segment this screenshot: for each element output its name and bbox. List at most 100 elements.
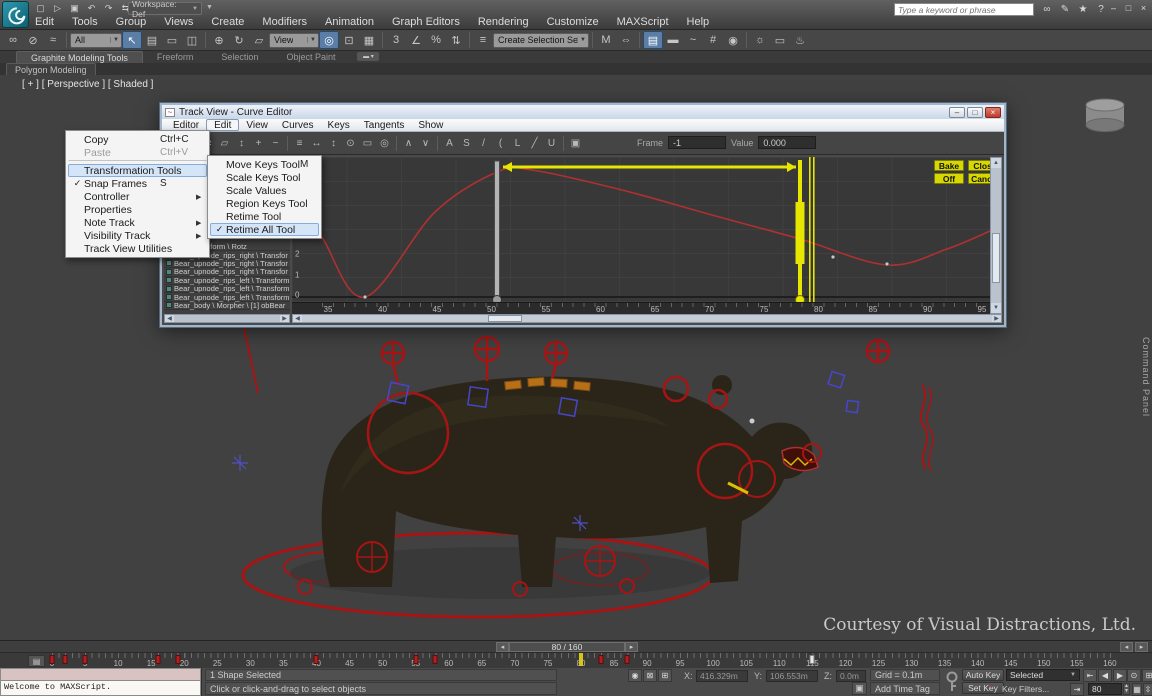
auto-tangent-icon[interactable]: A <box>441 135 458 152</box>
listener-macro-row[interactable] <box>0 668 201 681</box>
break-tangents-icon[interactable]: ∧ <box>400 135 417 152</box>
keyboard-override-icon[interactable]: ▦ ▼ <box>359 31 379 49</box>
search-input[interactable] <box>894 3 1034 16</box>
pan-hand-icon[interactable]: ≡ <box>291 135 308 152</box>
reference-coordinate-dropdown[interactable]: View ▼ <box>269 33 319 48</box>
favorites-star-icon[interactable]: ★ <box>1076 2 1090 16</box>
scroll-left-icon[interactable]: ◀ <box>293 315 302 322</box>
menubar-item[interactable]: Create <box>202 15 253 30</box>
trackview-menu-item[interactable]: View <box>239 119 275 131</box>
auto-key-button[interactable]: Auto Key <box>962 669 1004 681</box>
unify-tangents-icon[interactable]: ∨ <box>417 135 434 152</box>
key-filters-button[interactable]: Key Filters... <box>1002 684 1049 694</box>
key-mode-toggle-icon[interactable]: ⇥ <box>1070 683 1084 696</box>
workspace-flyout-icon[interactable]: ▼ <box>206 4 213 11</box>
rectangular-selection-region-icon[interactable]: ▭ ▼ <box>162 31 182 49</box>
scroll-right-icon[interactable]: ▶ <box>280 315 289 322</box>
add-keys-icon[interactable]: + <box>250 135 267 152</box>
isolate-curve-icon[interactable]: ◎ <box>376 135 393 152</box>
frame-spinner[interactable]: ▲▼ <box>1123 683 1130 695</box>
menu-item[interactable]: Visibility Track <box>68 229 207 242</box>
mirror-icon[interactable]: M ▼ <box>596 31 616 49</box>
trackview-menu-item[interactable]: Edit <box>206 119 239 131</box>
set-key-filters-icon[interactable]: ~ <box>988 682 994 693</box>
key-mode-dropdown[interactable]: Selected▼ <box>1006 669 1080 681</box>
scroll-left-icon[interactable]: ◀ <box>165 315 174 322</box>
curve-time-ruler[interactable]: 35404550556065707580859095 <box>292 302 990 314</box>
bind-to-space-warp-icon[interactable]: ≈ ▼ <box>43 31 63 49</box>
time-slider-bar[interactable]: ◂ 80 / 160 ▸ ◂ ▸ <box>0 640 1152 652</box>
menubar-item[interactable]: Edit <box>26 15 63 30</box>
unlink-selection-icon[interactable]: ⊘ ▼ <box>23 31 43 49</box>
menu-item[interactable]: Track View Utilities <box>68 242 207 255</box>
pan-view-icon[interactable]: ⇳ <box>1143 683 1152 696</box>
menubar-item[interactable]: Views <box>155 15 202 30</box>
timeline-key[interactable] <box>413 655 418 664</box>
align-icon[interactable]: ⇔ ▼ <box>616 31 636 49</box>
scrollbar-thumb[interactable] <box>488 315 522 322</box>
restore-button[interactable]: □ <box>1122 2 1135 14</box>
trackview-titlebar[interactable]: ~ Track View - Curve Editor –□× <box>162 105 1004 119</box>
lock-tangents-icon[interactable]: ▣ <box>567 135 584 152</box>
add-time-tag[interactable]: Add Time Tag <box>870 682 940 695</box>
help-icon[interactable]: ? <box>1094 2 1108 16</box>
select-and-link-icon[interactable]: ∞ ▼ <box>3 31 23 49</box>
curve-editing-area[interactable]: 210 BakeCloseOffCancel <box>292 157 990 302</box>
ribbon-tab[interactable]: Selection <box>207 51 272 63</box>
set-key-button[interactable]: Set Key <box>962 682 1004 694</box>
menu-item[interactable]: Paste Ctrl+V <box>68 146 207 161</box>
layer-manager-icon[interactable]: ▤ ▼ <box>643 31 663 49</box>
timeline-key[interactable] <box>50 655 55 664</box>
undo-icon[interactable]: ↶ <box>84 1 99 15</box>
step-tangent-icon[interactable]: L <box>509 135 526 152</box>
scroll-right-icon[interactable]: ▶ <box>992 315 1001 322</box>
y-coordinate-field[interactable] <box>766 670 818 682</box>
menu-item[interactable]: Scale Keys Tool <box>210 171 319 184</box>
scroll-up-icon[interactable]: ▲ <box>991 158 1001 168</box>
menubar-item[interactable]: Tools <box>63 15 107 30</box>
scale-keys-icon[interactable]: ▱ <box>216 135 233 152</box>
selection-filter-dropdown[interactable]: All ▼ <box>70 33 122 48</box>
go-to-start-icon[interactable]: ⇤ <box>1083 669 1097 682</box>
time-slider-value[interactable]: 80 / 160 <box>509 642 625 652</box>
tracklist-scrollbar[interactable]: ◀ ▶ <box>164 314 290 323</box>
ribbon-tab[interactable]: Freeform <box>143 51 208 63</box>
timeline-key-selected[interactable] <box>810 655 815 664</box>
current-frame-marker[interactable] <box>579 653 583 666</box>
scroll-down-icon[interactable]: ▼ <box>991 303 1001 313</box>
window-crossing-toggle-icon[interactable]: ◫ ▼ <box>182 31 202 49</box>
menu-item[interactable]: Properties <box>68 203 207 216</box>
menubar-item[interactable]: Help <box>678 15 719 30</box>
workspace-dropdown[interactable]: Workspace: Def▼ <box>128 2 202 15</box>
menu-item[interactable]: Scale Values <box>210 184 319 197</box>
timeline-key[interactable] <box>155 655 160 664</box>
fast-tangent-icon[interactable]: / <box>475 135 492 152</box>
timeline-key[interactable] <box>433 655 438 664</box>
slow-tangent-icon[interactable]: ( <box>492 135 509 152</box>
edit-named-selection-sets-icon[interactable]: ≡ ▼ <box>473 31 493 49</box>
function-curve[interactable] <box>292 157 990 302</box>
minimize-button[interactable]: – <box>1107 2 1120 14</box>
linear-tangent-icon[interactable]: ╱ <box>526 135 543 152</box>
zoom-value-extents-icon[interactable]: ↕ <box>325 135 342 152</box>
zoom-horizontal-extents-icon[interactable]: ↔ <box>308 135 325 152</box>
minimize-button[interactable]: – <box>949 107 965 118</box>
material-editor-icon[interactable]: ◉ ▼ <box>723 31 743 49</box>
trackview-menu-item[interactable]: Tangents <box>357 119 412 131</box>
menubar-item[interactable]: Graph Editors <box>383 15 469 30</box>
zoom-icon[interactable]: ⊙ <box>342 135 359 152</box>
z-coordinate-field[interactable] <box>836 670 866 682</box>
frame-forward-icon[interactable]: ▸ <box>625 642 638 652</box>
absolute-mode-icon[interactable]: ⊞ <box>658 669 672 682</box>
menubar-item[interactable]: Group <box>107 15 156 30</box>
schematic-view-icon[interactable]: # ▼ <box>703 31 723 49</box>
trackview-menu-item[interactable]: Show <box>411 119 450 131</box>
time-tag-icon[interactable]: ▣ <box>852 682 867 695</box>
menu-item[interactable]: Copy Ctrl+C <box>68 133 207 146</box>
select-by-name-icon[interactable]: ▤ ▼ <box>142 31 162 49</box>
timeline-key[interactable] <box>63 655 68 664</box>
render-setup-icon[interactable]: ☼ ▼ <box>750 31 770 49</box>
trackview-menu-item[interactable]: Curves <box>275 119 321 131</box>
select-object-icon[interactable]: ↖ ▼ <box>122 31 142 49</box>
timeline-key[interactable] <box>83 655 88 664</box>
